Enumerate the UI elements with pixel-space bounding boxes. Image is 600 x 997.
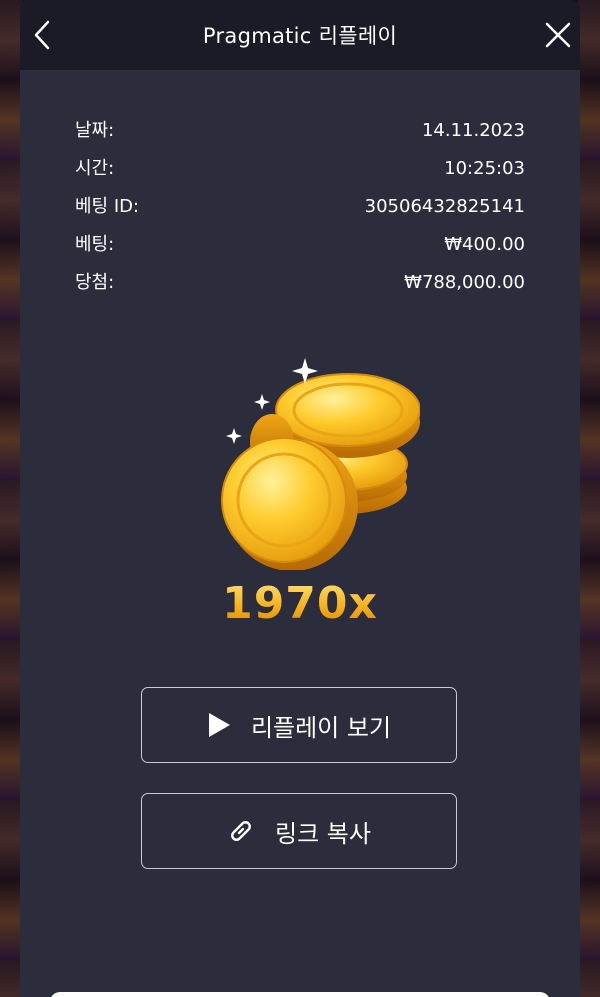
info-label: 베팅 ID: [75, 196, 140, 217]
page-title: Pragmatic 리플레이 [202, 24, 398, 48]
info-label: 당첨: [75, 272, 115, 293]
chevron-left-icon [34, 20, 50, 50]
info-row-bet-id: 베팅 ID: 30506432825141 [75, 188, 525, 226]
watch-replay-label: 리플레이 보기 [250, 713, 392, 742]
close-button[interactable] [538, 15, 578, 55]
replay-modal: Pragmatic 리플레이 날짜: 14.11.2023 시간: 10:25:… [20, 0, 580, 997]
background-left-decoration [0, 0, 22, 997]
bottom-edge [50, 992, 550, 997]
bet-info: 날짜: 14.11.2023 시간: 10:25:03 베팅 ID: 30506… [75, 112, 525, 302]
info-value: 10:25:03 [444, 158, 525, 179]
gold-coins-icon [221, 358, 420, 570]
info-row-date: 날짜: 14.11.2023 [75, 112, 525, 150]
info-value: 14.11.2023 [421, 120, 525, 141]
info-row-time: 시간: 10:25:03 [75, 150, 525, 188]
info-row-bet: 베팅: ₩400.00 [75, 226, 525, 264]
close-icon [545, 22, 571, 48]
info-label: 날짜: [75, 120, 115, 141]
info-row-win: 당첨: ₩788,000.00 [75, 264, 525, 302]
info-label: 시간: [75, 158, 115, 179]
background-right-decoration [578, 0, 600, 997]
link-icon [227, 817, 255, 845]
copy-link-label: 링크 복사 [275, 819, 371, 848]
info-value: ₩400.00 [444, 234, 525, 255]
play-icon [207, 712, 231, 738]
watch-replay-button[interactable]: 리플레이 보기 [141, 687, 457, 763]
back-button[interactable] [22, 15, 62, 55]
modal-header: Pragmatic 리플레이 [20, 0, 580, 70]
win-multiplier: 1970x [20, 578, 580, 629]
info-value: ₩788,000.00 [404, 272, 525, 293]
copy-link-button[interactable]: 링크 복사 [141, 793, 457, 869]
info-label: 베팅: [75, 234, 115, 255]
info-value: 30506432825141 [364, 196, 525, 217]
